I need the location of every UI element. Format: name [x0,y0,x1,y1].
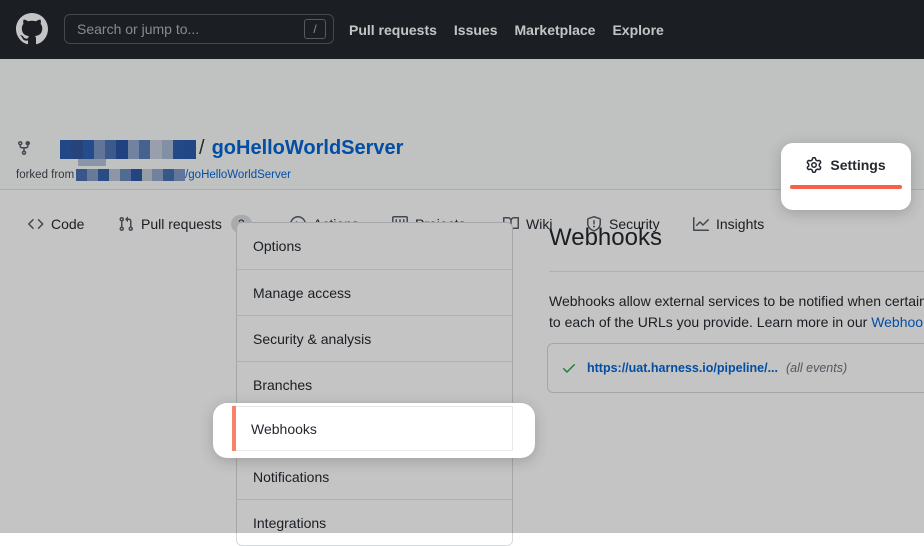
webhooks-spotlight: Webhooks [213,403,535,458]
tab-settings[interactable]: Settings [781,143,911,210]
sidebar-item-label: Webhooks [251,421,317,437]
sidebar-item-webhooks[interactable]: Webhooks [236,406,513,451]
active-tab-underline [790,185,902,189]
gear-icon [806,157,822,173]
tab-label: Settings [830,157,885,173]
